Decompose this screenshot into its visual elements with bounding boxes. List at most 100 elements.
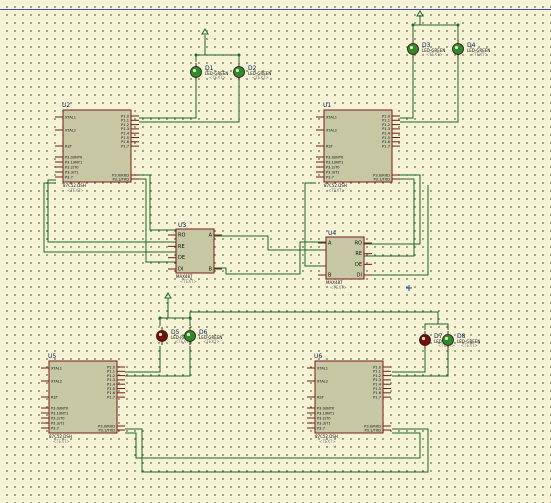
wire: [189, 311, 439, 324]
led-icon[interactable]: [419, 334, 431, 346]
junction-dot: [158, 316, 162, 320]
power-terminal-3[interactable]: [164, 292, 172, 299]
mcu-text-label: <TEXT>: [319, 439, 336, 444]
mcu-pin-label: XTAL1: [51, 366, 62, 370]
led-icon[interactable]: [452, 43, 464, 55]
led-icon[interactable]: [184, 330, 196, 342]
mcu-u6[interactable]: U6 XTAL1 XTAL2 RST P3.0/INT0P3.1/INT1P3.2/T0…: [307, 353, 391, 444]
mcu-pin-label: XTAL1: [326, 115, 337, 119]
mcu-pin-label: P3.2/T0: [317, 416, 331, 420]
wire: [159, 317, 191, 326]
transceiver-pin-label: RO: [178, 233, 185, 239]
mcu-text-label: <TEXT>: [53, 439, 70, 444]
mcu-pin-label: RST: [65, 144, 73, 148]
mcu-pin-label: P3.7: [65, 175, 73, 179]
transceiver-pin-label: A: [328, 241, 332, 247]
transceiver-pin-label: RE: [178, 244, 185, 250]
schematic-drawing[interactable]: U2XTAL1XTAL2RSTP3.0/INT0P3.1/INT1P3.2/T0…: [0, 0, 551, 503]
mcu-ref-label: U5: [48, 353, 56, 360]
led-icon[interactable]: [407, 43, 419, 55]
wire: [125, 346, 161, 373]
mcu-u2[interactable]: U2 XTAL1 XTAL2 RST P3.0/INT0P3.1/INT1P3.2/T0…: [55, 102, 139, 193]
led-d8[interactable]: D8LED-GREEN<TEXT>: [442, 331, 481, 349]
junction-dot: [237, 53, 241, 57]
mcu-pin-label: P3.1/TXD: [364, 428, 381, 432]
wire: [412, 24, 459, 42]
mcu-pin-label: P3.2/T0: [65, 165, 79, 169]
mcu-pin-label: P1.7: [382, 144, 390, 148]
led-highlight: [444, 336, 449, 341]
mcu-text-label: <TEXT>: [67, 188, 84, 193]
junction-dot: [411, 23, 415, 27]
power-terminal-1[interactable]: [201, 28, 209, 35]
wire: [139, 78, 240, 123]
mcu-u1[interactable]: U1 XTAL1 XTAL2 RST P3.0/INT0P3.1/INT1P3.2/T0…: [316, 102, 400, 193]
transceiver-u4[interactable]: U4ABROREDEDIMAX487<TEXT>: [318, 230, 372, 290]
led-text-label: <TEXT>: [203, 339, 220, 344]
mcu-pin-label: P3.0/INT0: [326, 155, 344, 159]
mcu-pin-label: P1.7: [373, 395, 381, 399]
mcu-ref-label: U1: [323, 102, 331, 109]
mcu-pin-label: P3.7: [51, 426, 59, 430]
mcu-pin-label: P1.7: [121, 144, 129, 148]
mcu-ref-label: U6: [314, 353, 322, 360]
mcu-pin-label: RST: [326, 144, 334, 148]
wire: [139, 178, 176, 263]
schematic-canvas[interactable]: U2 XTAL1 XTAL2 RST P3.0/INT0 P3.1/INT1 P3.2/T0…: [0, 0, 551, 503]
mcu-ref-label: U2: [62, 102, 70, 109]
wire: [139, 174, 176, 231]
transceiver-ref-label: U4: [328, 230, 336, 237]
wire: [424, 323, 449, 330]
wire: [364, 174, 421, 245]
led-d2[interactable]: D2LED-GREEN<TEXT>: [233, 63, 272, 81]
led-icon[interactable]: [233, 66, 245, 78]
transceiver-pin-label: DE: [178, 255, 185, 261]
transceiver-pin-label: B: [209, 267, 213, 273]
wire: [400, 55, 459, 123]
led-d4[interactable]: D4LED-GREEN<TEXT>: [452, 40, 491, 58]
led-icon[interactable]: [442, 334, 454, 346]
led-highlight: [409, 45, 414, 50]
mcu-text-label: <TEXT>: [328, 188, 345, 193]
led-d6[interactable]: D6LED-GREEN<TEXT>: [184, 327, 223, 345]
led-highlight: [235, 68, 240, 73]
led-highlight: [158, 332, 163, 337]
mcu-u5[interactable]: U5 XTAL1 XTAL2 RST P3.0/INT0P3.1/INT1P3.2/T0…: [41, 353, 125, 444]
wire: [139, 78, 197, 119]
mcu-pin-label: P3.3/T1: [65, 170, 79, 174]
mcu-pin-label: P3.1/TXD: [373, 177, 390, 181]
wire: [400, 55, 414, 119]
transceiver-ref-label: U3: [178, 222, 186, 229]
junction-dot: [188, 316, 192, 320]
mcu-pin-label: P3.1/INT1: [51, 411, 68, 415]
mcu-pin-label: P3.2/T0: [326, 165, 340, 169]
wire: [392, 348, 426, 373]
led-d1[interactable]: D1LED-GREEN<TEXT>: [190, 63, 229, 81]
transceiver-pin-label: RE: [355, 251, 362, 257]
led-icon[interactable]: [156, 330, 168, 342]
led-highlight: [421, 336, 426, 341]
mcu-pin-label: XTAL2: [326, 128, 337, 132]
mcu-pin-label: XTAL2: [51, 379, 62, 383]
mcu-pin-label: P3.3/T1: [317, 421, 331, 425]
junction-dot: [194, 53, 198, 57]
led-highlight: [454, 45, 459, 50]
transceiver-pin-label: DI: [357, 273, 362, 279]
mcu-pin-label: P3.1/INT1: [326, 160, 343, 164]
led-icon[interactable]: [190, 66, 202, 78]
wire: [214, 241, 326, 275]
led-text-label: <TEXT>: [426, 52, 443, 57]
mcu-pin-label: P3.3/T1: [51, 421, 65, 425]
mcu-pin-label: P3.1/TXD: [112, 177, 129, 181]
mcu-pin-label: P1.7: [107, 395, 115, 399]
mcu-pin-label: XTAL2: [317, 379, 328, 383]
led-d3[interactable]: D3LED-GREEN<TEXT>: [407, 40, 446, 58]
mcu-pin-label: P3.0/INT0: [317, 406, 335, 410]
transceiver-u3[interactable]: U3ROREDEDIABMAX487<TEXT>: [168, 222, 222, 284]
transceiver-pin-label: DI: [178, 267, 183, 273]
mcu-pin-label: P3.2/T0: [51, 416, 65, 420]
wire: [195, 54, 240, 62]
wire: [214, 235, 326, 251]
mcu-pin-label: XTAL1: [317, 366, 328, 370]
mcu-pin-label: RST: [51, 395, 59, 399]
